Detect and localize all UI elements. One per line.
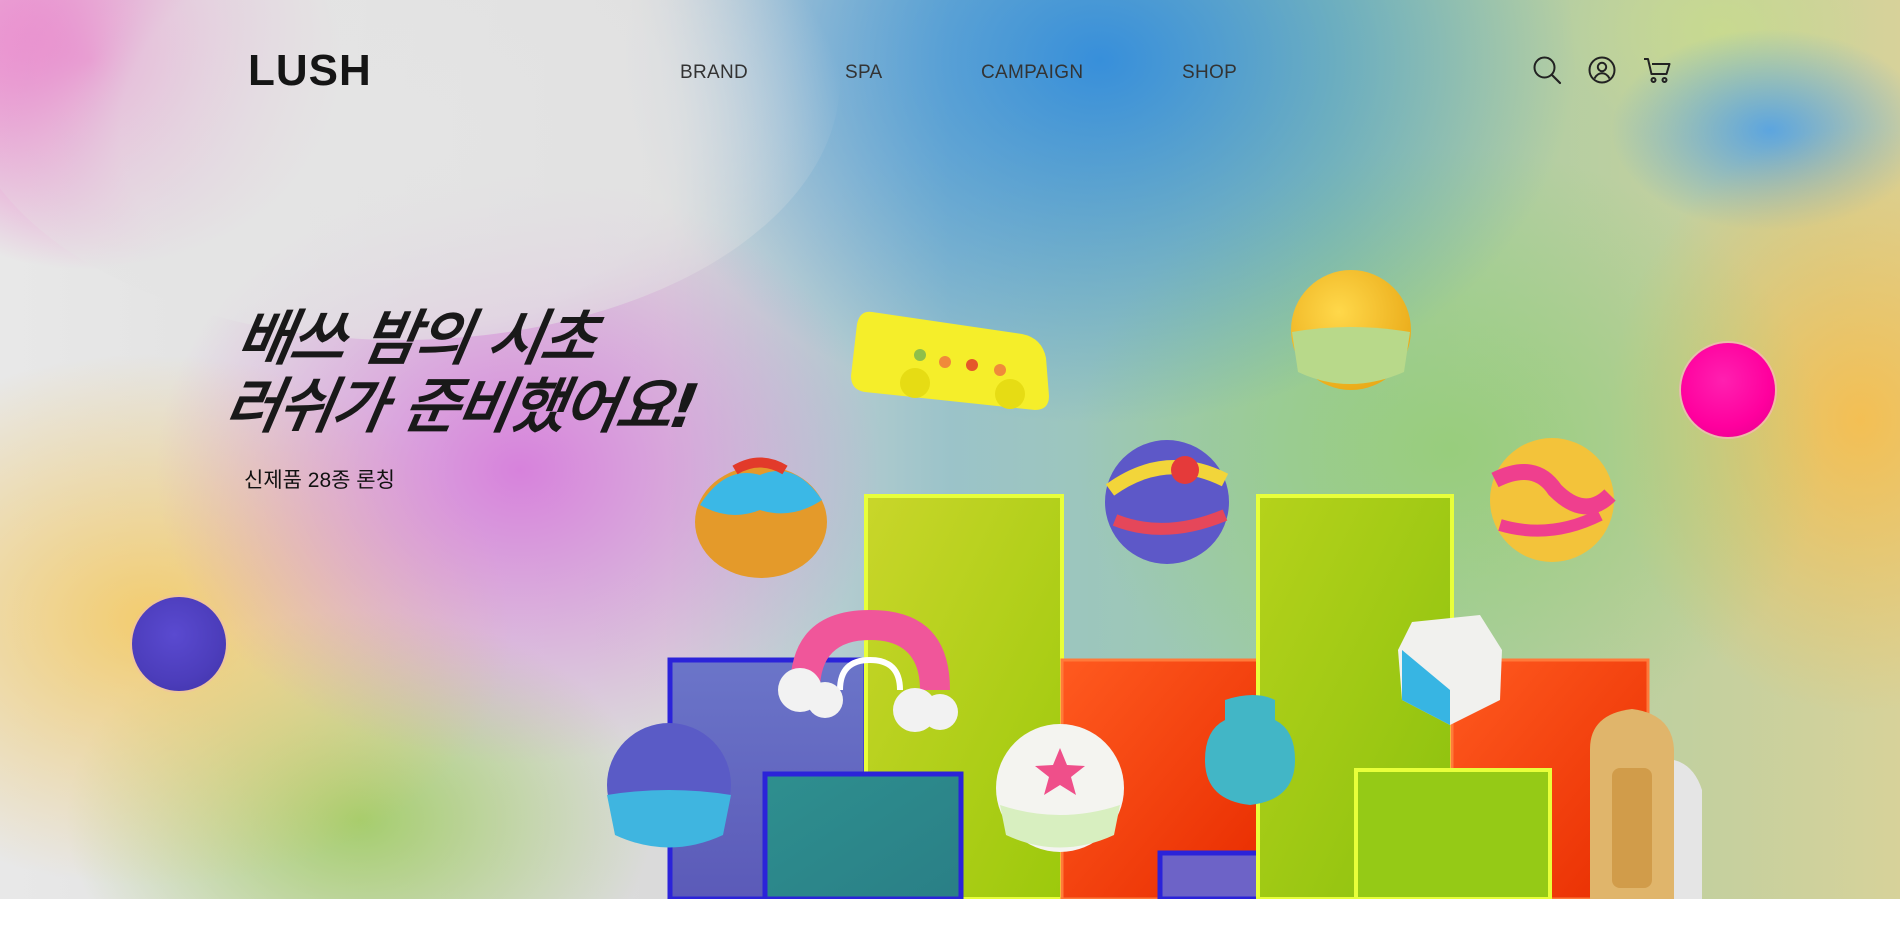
teal-block	[762, 771, 964, 899]
hero-banner: LUSH BRAND SPA CAMPAIGN SHOP 배쓰 밤의 시초 러쉬…	[0, 0, 1900, 899]
product-display-illustration	[607, 270, 1702, 899]
gold-door-bath-bomb	[1590, 709, 1702, 899]
pink-yellow-bath-bomb	[1490, 438, 1616, 562]
blue-bath-bomb	[607, 723, 731, 848]
white-star-bath-bomb	[996, 724, 1124, 852]
yellow-green-bath-bomb	[1291, 270, 1411, 390]
green-block-small	[1354, 768, 1552, 899]
volcano-bath-bomb	[695, 457, 827, 578]
swirl-bath-bomb	[1105, 440, 1229, 564]
page-bottom-strip	[0, 899, 1900, 947]
bus-bath-bomb	[851, 311, 1049, 410]
